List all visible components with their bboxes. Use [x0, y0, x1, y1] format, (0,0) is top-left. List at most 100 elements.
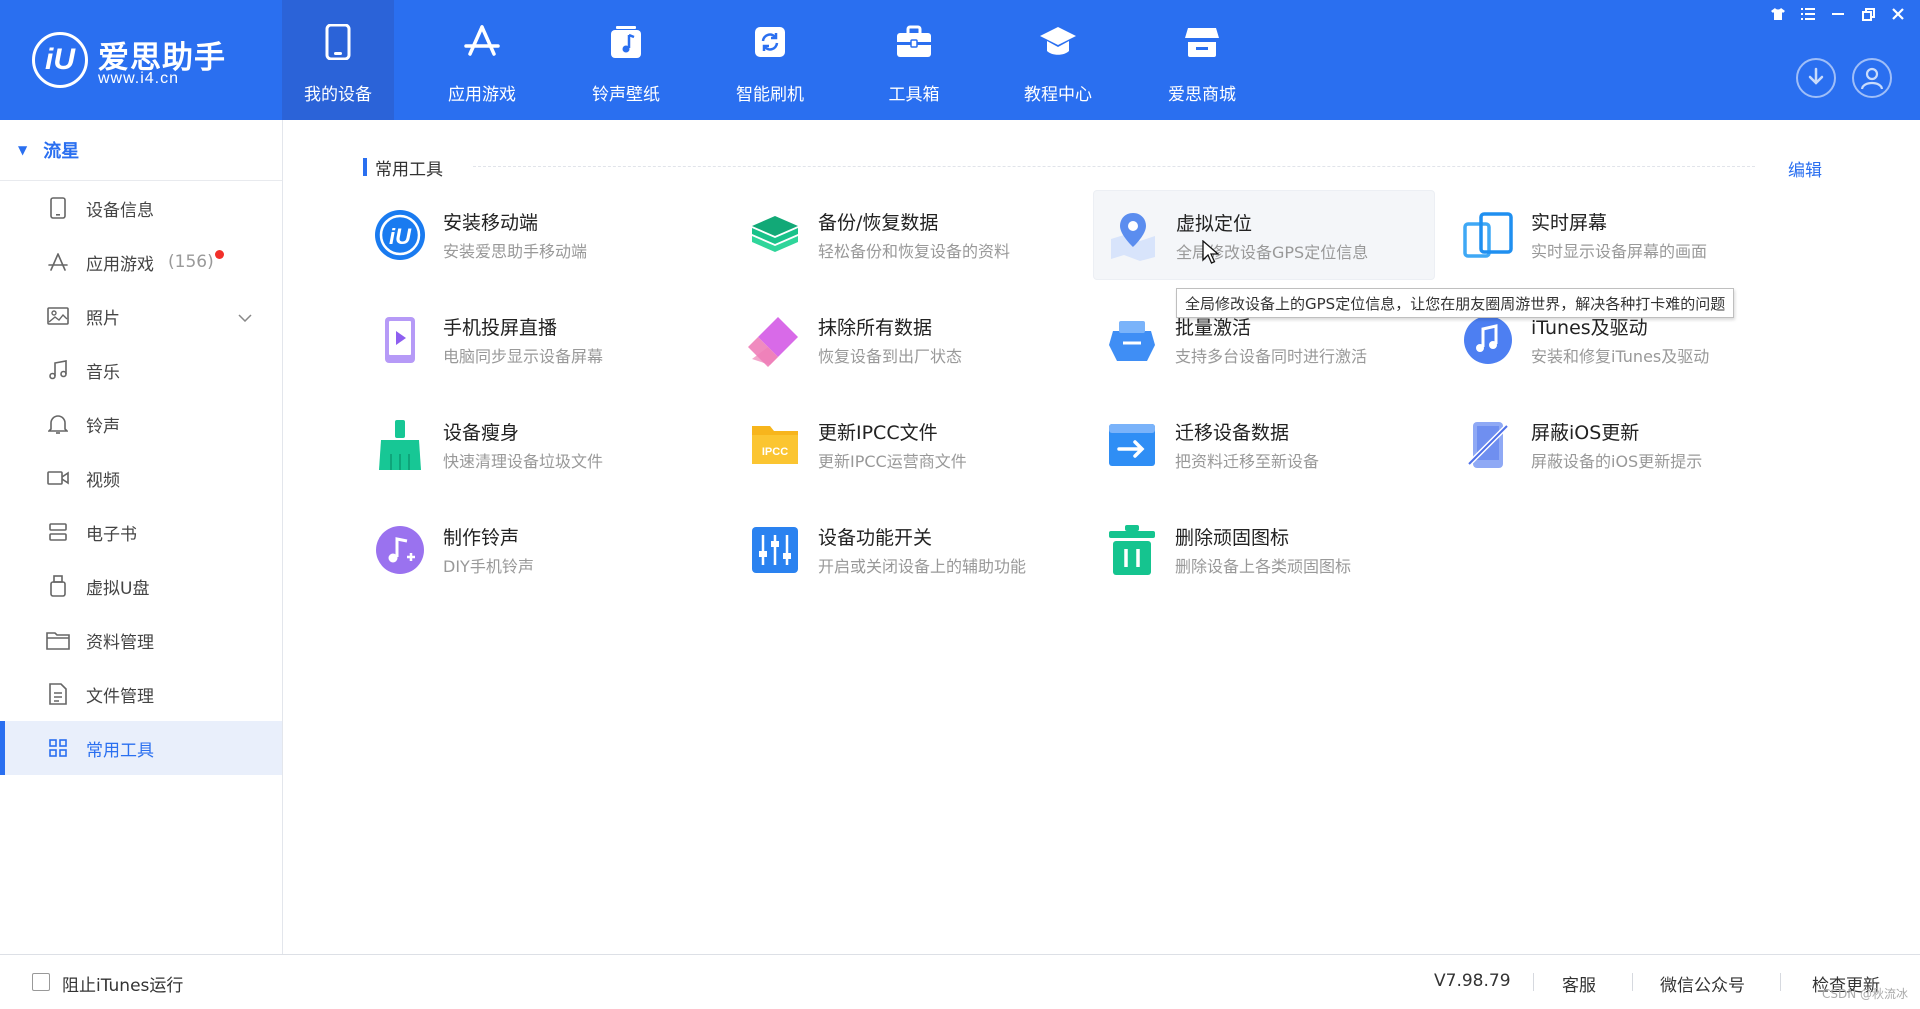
nav-label: 铃声壁纸: [592, 85, 660, 105]
tool-desc: 恢复设备到出厂状态: [818, 347, 963, 366]
tool-backup-restore[interactable]: 备份/恢复数据 轻松备份和恢复设备的资料: [736, 190, 1078, 280]
tool-device-toggles[interactable]: 设备功能开关 开启或关闭设备上的辅助功能: [736, 505, 1078, 595]
graduation-cap-icon: [1038, 22, 1078, 62]
list-menu-icon: [1801, 8, 1815, 20]
tool-name: 设备瘦身: [443, 422, 520, 444]
sidebar-item-label: 音乐: [86, 362, 120, 383]
sidebar-item-data-manage[interactable]: 资料管理: [0, 613, 282, 667]
tool-make-ringtone[interactable]: 制作铃声 DIY手机铃声: [361, 505, 703, 595]
logo-url: www.i4.cn: [98, 70, 180, 87]
broom-icon: [379, 420, 421, 470]
sidebar-item-label: 照片: [86, 308, 120, 329]
nav-label: 爱思商城: [1168, 85, 1236, 105]
sidebar-item-apps[interactable]: 应用游戏 (156): [0, 235, 282, 289]
tool-migrate-data[interactable]: 迁移设备数据 把资料迁移至新设备: [1093, 400, 1435, 490]
logo-mark: iU: [32, 32, 88, 88]
tool-name: 安装移动端: [443, 212, 539, 234]
watermark: CSDN @秋流冰: [1821, 987, 1908, 1001]
tool-name: 虚拟定位: [1176, 213, 1253, 235]
edit-button[interactable]: 编辑: [1788, 156, 1822, 181]
tool-desc: 电脑同步显示设备屏幕: [443, 347, 604, 366]
sidebar-item-ebooks[interactable]: 电子书: [0, 505, 282, 559]
block-update-icon: [1467, 422, 1509, 468]
flash-refresh-icon: [750, 22, 790, 62]
chevron-down-icon[interactable]: [238, 307, 252, 327]
tool-name: 备份/恢复数据: [818, 212, 939, 234]
music-icon: [46, 358, 70, 382]
tooltip: 全局修改设备上的GPS定位信息，让您在朋友圈周游世界，解决各种打卡难的问题: [1176, 288, 1735, 318]
tool-name: 手机投屏直播: [443, 317, 558, 339]
nav-label: 智能刷机: [736, 85, 804, 105]
close-button[interactable]: [1886, 2, 1910, 26]
sidebar-item-photos[interactable]: 照片: [0, 289, 282, 343]
notification-dot: [214, 250, 224, 259]
bell-icon: [46, 412, 70, 436]
nav-ringtones[interactable]: 铃声壁纸: [570, 0, 682, 120]
tool-virtual-location[interactable]: 虚拟定位 全局修改设备GPS定位信息: [1093, 190, 1435, 280]
music-note-icon: [606, 22, 646, 62]
tool-screen-cast-live[interactable]: 手机投屏直播 电脑同步显示设备屏幕: [361, 295, 703, 385]
book-icon: [46, 520, 70, 544]
sidebar-item-common-tools[interactable]: 常用工具: [0, 721, 282, 775]
tool-update-ipcc[interactable]: IPCC 更新IPCC文件 更新IPCC运营商文件: [736, 400, 1078, 490]
window-controls: [1766, 2, 1910, 26]
i4-app-icon: iU: [375, 210, 425, 260]
block-itunes-checkbox[interactable]: [32, 973, 50, 991]
nav-label: 工具箱: [888, 85, 940, 105]
main-nav: 我的设备 应用游戏 铃声壁纸 智能刷机 工具箱 教程中心 爱思商城: [282, 0, 1290, 120]
tool-desc: 安装和修复iTunes及驱动: [1531, 347, 1710, 366]
tool-name: 屏蔽iOS更新: [1531, 422, 1640, 444]
support-link[interactable]: 客服: [1562, 971, 1596, 996]
app-count-badge: (156): [168, 250, 224, 272]
wechat-link[interactable]: 微信公众号: [1660, 971, 1745, 996]
app-logo: iU 爱思助手 www.i4.cn: [32, 28, 232, 92]
nav-toolbox[interactable]: 工具箱: [858, 0, 970, 120]
sidebar-item-video[interactable]: 视频: [0, 451, 282, 505]
main-content: 常用工具 编辑 iU 安装移动端 安装爱思助手移动端 备份/恢复数据 轻松备份和…: [283, 120, 1920, 954]
batch-activate-icon: [1109, 321, 1155, 361]
nav-store[interactable]: 爱思商城: [1146, 0, 1258, 120]
tool-delete-stubborn-icons[interactable]: 删除顽固图标 删除设备上各类顽固图标: [1093, 505, 1435, 595]
tool-name: 删除顽固图标: [1175, 527, 1290, 549]
sidebar-item-ringtones[interactable]: 铃声: [0, 397, 282, 451]
device-info-icon: [46, 196, 70, 220]
section-title: 常用工具: [363, 156, 443, 180]
section-divider: [473, 166, 1755, 167]
mouse-cursor-icon: [1202, 240, 1220, 264]
top-bar: iU 爱思助手 www.i4.cn 我的设备 应用游戏 铃声壁纸 智能刷机 工具…: [0, 0, 1920, 120]
tool-desc: 把资料迁移至新设备: [1175, 452, 1320, 471]
user-account-button[interactable]: [1852, 58, 1892, 98]
sidebar-item-virtual-udisk[interactable]: 虚拟U盘: [0, 559, 282, 613]
sidebar-item-file-manage[interactable]: 文件管理: [0, 667, 282, 721]
nav-my-device[interactable]: 我的设备: [282, 0, 394, 120]
nav-tutorials[interactable]: 教程中心: [1002, 0, 1114, 120]
triangle-down-icon: ▼: [18, 143, 28, 157]
nav-label: 我的设备: [304, 85, 372, 105]
photo-icon: [46, 304, 70, 328]
nav-smart-flash[interactable]: 智能刷机: [714, 0, 826, 120]
tool-device-slimming[interactable]: 设备瘦身 快速清理设备垃圾文件: [361, 400, 703, 490]
eraser-icon: [748, 317, 798, 367]
tool-block-ios-update[interactable]: 屏蔽iOS更新 屏蔽设备的iOS更新提示: [1449, 400, 1791, 490]
sidebar-item-device-info[interactable]: 设备信息: [0, 181, 282, 235]
menu-button[interactable]: [1796, 2, 1820, 26]
tool-name: 更新IPCC文件: [818, 422, 938, 444]
sidebar-item-music[interactable]: 音乐: [0, 343, 282, 397]
tool-live-screen[interactable]: 实时屏幕 实时显示设备屏幕的画面: [1449, 190, 1791, 280]
minimize-button[interactable]: [1826, 2, 1850, 26]
nav-apps-games[interactable]: 应用游戏: [426, 0, 538, 120]
tool-install-mobile[interactable]: iU 安装移动端 安装爱思助手移动端: [361, 190, 703, 280]
restore-button[interactable]: [1856, 2, 1880, 26]
version-label: V7.98.79: [1434, 971, 1511, 991]
tool-erase-all[interactable]: 抹除所有数据 恢复设备到出厂状态: [736, 295, 1078, 385]
divider: [1632, 973, 1633, 991]
folder-icon: [46, 628, 70, 652]
video-icon: [46, 466, 70, 490]
file-icon: [46, 682, 70, 706]
skin-button[interactable]: [1766, 2, 1790, 26]
tool-name: 制作铃声: [443, 527, 520, 549]
sidebar-item-label: 铃声: [86, 416, 120, 437]
sidebar-item-label: 文件管理: [86, 686, 154, 707]
device-header[interactable]: ▼ 流星: [0, 120, 282, 181]
download-button[interactable]: [1796, 58, 1836, 98]
